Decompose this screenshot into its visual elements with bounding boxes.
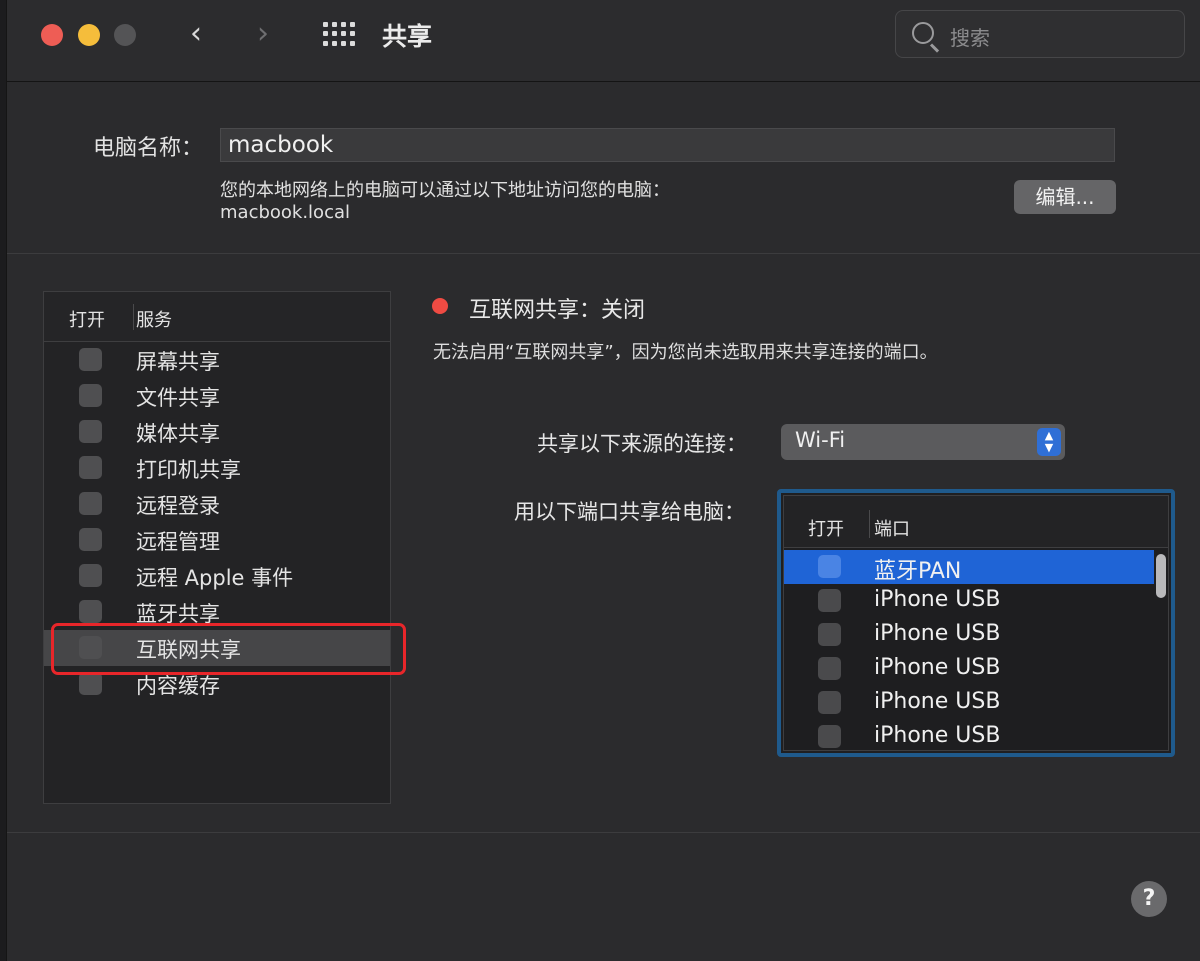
service-checkbox[interactable] [79,528,102,551]
service-checkbox[interactable] [79,672,102,695]
service-label: 文件共享 [136,386,220,410]
port-row-bluetooth-pan[interactable]: 蓝牙PAN [784,550,1154,584]
close-window-button[interactable] [41,24,63,46]
service-row-remote-management[interactable]: 远程管理 [44,522,390,558]
service-row-screen-sharing[interactable]: 屏幕共享 [44,342,390,378]
column-header-on[interactable]: 打开 [69,306,105,332]
port-checkbox[interactable] [818,589,841,612]
zoom-window-button[interactable] [114,24,136,46]
service-label: 远程登录 [136,494,220,518]
port-checkbox[interactable] [818,623,841,646]
services-list-header: 打开 服务 [44,292,390,342]
status-indicator-dot [432,298,448,314]
bottom-divider [7,832,1200,833]
port-label: iPhone USB [874,655,1001,680]
port-checkbox[interactable] [818,555,841,578]
show-all-grid-icon[interactable] [323,22,355,46]
port-checkbox[interactable] [818,691,841,714]
port-row-iphone-usb[interactable]: iPhone USB [784,652,1154,686]
search-placeholder: 搜索 [950,26,990,50]
share-from-label: 共享以下来源的连接： [537,432,747,456]
port-row-iphone-usb[interactable]: iPhone USB [784,686,1154,720]
port-label: iPhone USB [874,689,1001,714]
forward-arrow-icon[interactable]: › [257,18,269,50]
search-field[interactable]: 搜索 [895,10,1185,58]
service-label: 屏幕共享 [136,350,220,374]
port-label: iPhone USB [874,621,1001,646]
ports-list: 打开 端口 蓝牙PAN iPhone USB iPhone USB iPhone… [777,489,1175,757]
port-row-iphone-usb[interactable]: iPhone USB [784,618,1154,652]
service-row-remote-apple-events[interactable]: 远程 Apple 事件 [44,558,390,594]
services-list: 打开 服务 屏幕共享 文件共享 媒体共享 打印机共享 远程登录 远程管理 远程 … [43,291,391,804]
column-divider [869,510,870,538]
service-row-remote-login[interactable]: 远程登录 [44,486,390,522]
service-row-printer-sharing[interactable]: 打印机共享 [44,450,390,486]
service-label: 打印机共享 [136,458,241,482]
share-from-select[interactable]: Wi-Fi ▲ ▼ [781,424,1065,460]
service-checkbox[interactable] [79,348,102,371]
service-checkbox[interactable] [79,420,102,443]
port-label: 蓝牙PAN [874,559,962,584]
port-label: iPhone USB [874,587,1001,612]
ports-scrollbar[interactable] [1156,554,1166,598]
address-description: 您的本地网络上的电脑可以通过以下地址访问您的电脑： [220,180,670,201]
local-hostname: macbook.local [220,202,350,223]
column-header-service[interactable]: 服务 [136,306,172,332]
updown-chevron-icon: ▲ ▼ [1037,428,1061,456]
internet-sharing-status: 互联网共享：关闭 [469,298,646,323]
ports-label: 用以下端口共享给电脑： [514,500,745,524]
divider [7,253,1200,254]
help-button[interactable]: ? [1131,881,1167,917]
service-checkbox[interactable] [79,600,102,623]
port-checkbox[interactable] [818,657,841,680]
service-checkbox[interactable] [79,564,102,587]
column-header-on[interactable]: 打开 [808,515,844,541]
minimize-window-button[interactable] [78,24,100,46]
column-divider [133,304,134,330]
search-icon [912,22,934,44]
service-label: 远程 Apple 事件 [136,566,294,590]
port-checkbox[interactable] [818,725,841,748]
sharing-window: ‹ › 共享 搜索 电脑名称： macbook 您的本地网络上的电脑可以通过以下… [6,0,1200,961]
title-bar: ‹ › 共享 搜索 [7,0,1200,82]
ports-list-header: 打开 端口 [784,496,1168,548]
annotation-highlight-box [51,623,406,675]
port-row-iphone-usb[interactable]: iPhone USB [784,720,1154,753]
port-label: iPhone USB [874,723,1001,748]
edit-hostname-button[interactable]: 编辑... [1014,180,1116,214]
service-checkbox[interactable] [79,384,102,407]
service-row-media-sharing[interactable]: 媒体共享 [44,414,390,450]
service-checkbox[interactable] [79,492,102,515]
service-checkbox[interactable] [79,456,102,479]
column-header-port[interactable]: 端口 [874,515,910,541]
window-title: 共享 [382,22,433,51]
share-from-value: Wi-Fi [795,428,846,452]
service-label: 远程管理 [136,530,220,554]
back-arrow-icon[interactable]: ‹ [190,18,202,50]
computer-name-label: 电脑名称： [93,136,204,161]
port-row-iphone-usb[interactable]: iPhone USB [784,584,1154,618]
internet-sharing-description: 无法启用“互联网共享”，因为您尚未选取用来共享连接的端口。 [433,342,938,363]
service-row-file-sharing[interactable]: 文件共享 [44,378,390,414]
ports-table: 打开 端口 蓝牙PAN iPhone USB iPhone USB iPhone… [783,495,1169,751]
computer-name-input[interactable]: macbook [220,128,1115,162]
service-label: 媒体共享 [136,422,220,446]
